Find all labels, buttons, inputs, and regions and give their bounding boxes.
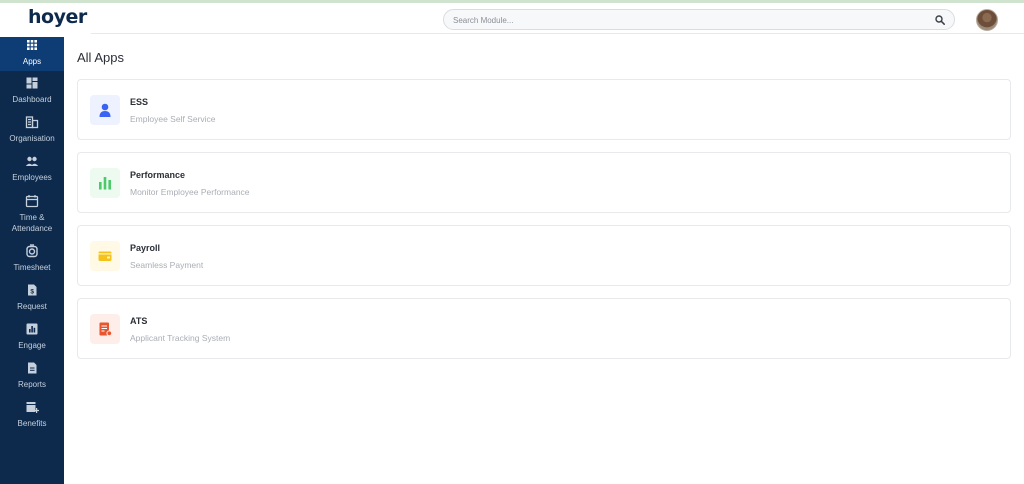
header-divider	[64, 33, 1024, 34]
app-name: Performance	[130, 170, 186, 180]
sidebar-item-apps[interactable]: Apps	[0, 33, 64, 71]
bar-chart-icon	[26, 323, 38, 335]
sidebar-item-dashboard[interactable]: Dashboard	[0, 71, 64, 110]
people-icon	[25, 156, 39, 166]
sidebar-item-label: Dashboard	[12, 95, 52, 104]
app-tile	[90, 95, 120, 125]
sidebar-item-label: Benefits	[17, 419, 47, 428]
sidebar-item-request[interactable]: $ Request	[0, 278, 64, 317]
page-title: All Apps	[77, 50, 124, 65]
app-tile	[90, 314, 120, 344]
timer-icon	[26, 244, 38, 258]
app-card-ats[interactable]: ATS Applicant Tracking System	[77, 298, 1011, 359]
app-description: Seamless Payment	[130, 260, 204, 270]
svg-text:$: $	[30, 289, 34, 296]
app-window: hoyer Apps Dashboard	[0, 0, 1024, 484]
sidebar: Apps Dashboard Organisation Employees Ti…	[0, 33, 64, 484]
store-icon	[26, 402, 39, 413]
app-description: Applicant Tracking System	[130, 333, 231, 343]
report-icon	[28, 362, 37, 374]
applicant-doc-icon	[99, 322, 113, 337]
sidebar-item-benefits[interactable]: Benefits	[0, 395, 64, 434]
app-description: Employee Self Service	[130, 114, 216, 124]
sidebar-item-label: Reports	[17, 380, 46, 389]
sidebar-item-label: Organisation	[9, 134, 55, 143]
sidebar-item-time-attendance[interactable]: Time & Attendance	[0, 188, 64, 239]
sidebar-item-organisation[interactable]: Organisation	[0, 110, 64, 149]
search-input[interactable]	[453, 13, 923, 27]
user-avatar[interactable]	[976, 9, 998, 31]
performance-chart-icon	[99, 177, 111, 190]
grid-icon	[27, 39, 37, 50]
sidebar-item-label: Request	[17, 302, 47, 311]
app-card-payroll[interactable]: Payroll Seamless Payment	[77, 225, 1011, 286]
app-card-performance[interactable]: Performance Monitor Employee Performance	[77, 152, 1011, 213]
search-icon[interactable]	[935, 15, 945, 25]
calendar-icon	[25, 194, 39, 207]
app-name: Payroll	[130, 243, 161, 253]
request-doc-icon: $	[28, 284, 37, 296]
building-icon	[25, 116, 39, 129]
app-card-ess[interactable]: ESS Employee Self Service	[77, 79, 1011, 140]
app-name: ATS	[130, 316, 148, 326]
sidebar-item-employees[interactable]: Employees	[0, 149, 64, 188]
sidebar-item-label: Apps	[22, 56, 42, 66]
wallet-icon	[98, 251, 112, 261]
dashboard-icon	[26, 77, 38, 89]
sidebar-item-label: Employees	[12, 173, 52, 182]
search-bar[interactable]	[443, 9, 955, 30]
person-icon	[99, 103, 111, 117]
app-description: Monitor Employee Performance	[130, 187, 250, 197]
app-tile	[90, 168, 120, 198]
app-name: ESS	[130, 97, 149, 107]
sidebar-item-reports[interactable]: Reports	[0, 356, 64, 395]
sidebar-item-timesheet[interactable]: Timesheet	[0, 239, 64, 278]
sidebar-item-engage[interactable]: Engage	[0, 317, 64, 356]
app-tile	[90, 241, 120, 271]
sidebar-item-label: Engage	[18, 341, 46, 350]
top-header: hoyer	[0, 3, 1024, 37]
brand-logo[interactable]: hoyer	[28, 6, 87, 28]
sidebar-item-label: Time & Attendance	[11, 212, 53, 233]
sidebar-item-label: Timesheet	[13, 263, 51, 272]
